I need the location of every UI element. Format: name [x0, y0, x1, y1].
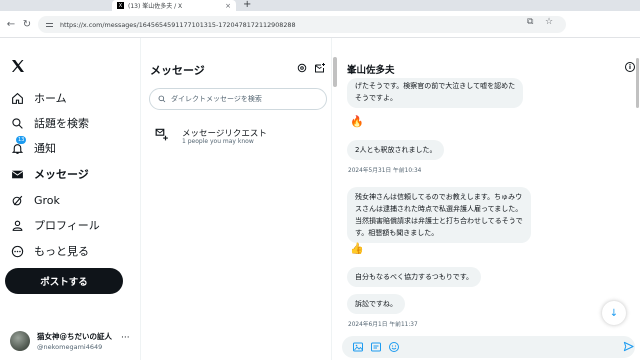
site-info-icon[interactable]	[46, 22, 53, 28]
conversation-scrollbar[interactable]	[636, 58, 639, 108]
more-circle-icon	[10, 244, 24, 258]
scroll-down-button[interactable]: ↓	[602, 301, 626, 325]
browser-tab[interactable]: X (13) 峯山佐多夫 / X ×	[112, 0, 236, 11]
account-more-icon[interactable]: ···	[121, 333, 130, 343]
message-timestamp: 2024年6月1日 午前11:37	[348, 322, 418, 328]
new-tab-button[interactable]: +	[243, 0, 251, 10]
bookmark-star-icon[interactable]: ☆	[545, 17, 553, 27]
gif-icon[interactable]	[370, 341, 382, 353]
person-icon	[10, 218, 24, 232]
x-logo-icon[interactable]	[10, 58, 26, 74]
search-icon	[10, 116, 24, 130]
conversation-name: 峯山佐多夫	[347, 65, 395, 76]
url-text: https://x.com/messages/16456545911771013…	[60, 20, 296, 29]
conversation-panel: 峯山佐多夫 i げたそうです。検察官の前で大泣きして嘘を認めた そうですよ。 🔥…	[337, 38, 640, 360]
left-nav: ホーム 話題を検索 13 通知 メッセージ Grok プロフィール もっと見る …	[0, 38, 140, 360]
message-bubble: げたそうです。検察官の前で大泣きして嘘を認めた そうですよ。	[347, 78, 524, 108]
nav-more[interactable]: もっと見る	[10, 241, 89, 261]
info-icon[interactable]: i	[625, 62, 635, 72]
envelope-icon	[10, 167, 24, 181]
message-requests-subtitle: 1 people you may know	[182, 138, 254, 145]
address-bar[interactable]: https://x.com/messages/16456545911771013…	[38, 16, 566, 33]
nav-profile-label: プロフィール	[34, 219, 100, 232]
avatar	[10, 331, 30, 351]
browser-tabbar: X (13) 峯山佐多夫 / X × +	[0, 0, 640, 11]
nav-profile[interactable]: プロフィール	[10, 215, 100, 235]
post-button[interactable]: ポストする	[5, 268, 123, 294]
message-bubble: 訴訟ですね。	[347, 294, 405, 314]
notification-badge: 13	[16, 136, 27, 144]
message-bubble: 自分もなるべく協力するつもりです。	[347, 267, 482, 287]
dm-search-box[interactable]	[149, 88, 327, 110]
message-request-icon	[155, 128, 168, 141]
message-bubble: 2人とも釈放されました。	[347, 140, 445, 160]
tab-close-icon[interactable]: ×	[225, 2, 231, 10]
thumbs-up-emoji-reaction: 👍	[350, 242, 364, 255]
account-name: 猫女神@ちだいの証人	[37, 332, 112, 341]
send-icon[interactable]	[623, 341, 634, 352]
install-app-icon[interactable]: ⧉	[527, 17, 533, 27]
emoji-icon[interactable]	[388, 341, 400, 353]
tab-title: (13) 峯山佐多夫 / X	[128, 3, 183, 10]
back-icon[interactable]: ←	[4, 17, 18, 31]
nav-home[interactable]: ホーム	[10, 88, 67, 108]
new-message-icon[interactable]	[314, 62, 326, 74]
conversation-body: げたそうです。検察官の前で大泣きして嘘を認めた そうですよ。 🔥 2人とも釈放さ…	[337, 78, 640, 330]
dm-search-input[interactable]	[171, 95, 321, 103]
image-icon[interactable]	[352, 341, 364, 353]
nav-home-label: ホーム	[34, 92, 67, 105]
nav-explore-label: 話題を検索	[34, 117, 89, 130]
nav-messages[interactable]: メッセージ	[10, 164, 89, 184]
nav-grok[interactable]: Grok	[10, 190, 60, 210]
messages-panel: メッセージ メッセージリクエスト 1 people you may know	[140, 38, 332, 360]
message-composer[interactable]	[342, 336, 635, 358]
bell-icon: 13	[10, 136, 27, 155]
nav-notifications-label: 通知	[34, 142, 56, 155]
nav-grok-label: Grok	[34, 193, 60, 207]
x-favicon: X	[117, 2, 124, 9]
home-icon	[10, 91, 24, 105]
reload-icon[interactable]: ↻	[20, 17, 34, 31]
nav-more-label: もっと見る	[34, 245, 89, 258]
fire-emoji-reaction: 🔥	[350, 115, 364, 128]
nav-notifications[interactable]: 13 通知	[10, 136, 56, 158]
search-icon	[158, 95, 166, 103]
nav-messages-label: メッセージ	[34, 168, 89, 181]
message-timestamp: 2024年5月31日 午前10:34	[348, 168, 422, 174]
nav-explore[interactable]: 話題を検索	[10, 113, 89, 133]
message-requests-row[interactable]: メッセージリクエスト 1 people you may know	[141, 120, 331, 154]
grok-icon	[10, 193, 24, 207]
message-bubble: 残女神さんは信頼してるのでお教えします。ちゅみウ スさんは逮捕された時点で私選弁…	[347, 187, 531, 243]
account-handle: @nekomegami4649	[37, 343, 103, 351]
messages-title: メッセージ	[150, 64, 205, 77]
settings-gear-icon[interactable]	[296, 62, 308, 74]
account-switcher[interactable]: 猫女神@ちだいの証人 @nekomegami4649 ···	[8, 327, 136, 355]
browser-toolbar: ← ↻ https://x.com/messages/1645654591177…	[0, 11, 640, 38]
